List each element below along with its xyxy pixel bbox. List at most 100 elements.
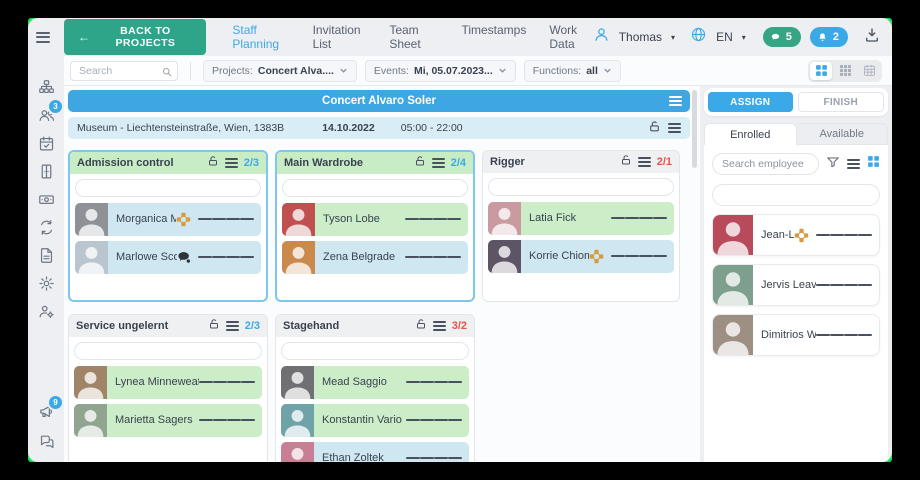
employee-list: Jean-Lou Brey Jervis Leaver Dimitrios Weid…	[712, 214, 880, 356]
notifications-badge[interactable]: 2	[810, 27, 848, 47]
member-row[interactable]: Marlowe Scoble	[75, 241, 261, 274]
messages-badge[interactable]: 5	[763, 27, 801, 47]
language-caret-icon[interactable]: ▾	[742, 33, 746, 42]
row-menu-icon[interactable]	[405, 255, 461, 260]
function-menu-icon[interactable]	[225, 156, 238, 170]
unlock-icon[interactable]	[207, 154, 219, 172]
functions-dropdown[interactable]: Functions: all	[524, 60, 621, 82]
member-row[interactable]: Mead Saggio	[281, 366, 469, 399]
project-menu-icon[interactable]	[669, 94, 682, 108]
function-card-header[interactable]: Stagehand 3/2	[276, 315, 474, 337]
event-menu-icon[interactable]	[668, 121, 681, 135]
payroll-icon[interactable]	[37, 190, 55, 208]
grid-view-icon[interactable]	[810, 62, 832, 80]
function-menu-icon[interactable]	[432, 156, 445, 170]
add-member-input[interactable]	[282, 179, 468, 197]
back-to-projects-button[interactable]: ← BACK TO PROJECTS	[64, 19, 206, 55]
filter-bar: Projects: Concert Alva.... Events: Mi, 0…	[64, 56, 892, 86]
row-menu-icon[interactable]	[406, 418, 462, 423]
sync-icon[interactable]	[37, 218, 55, 236]
scrollbar-thumb[interactable]	[692, 90, 697, 168]
org-chart-icon[interactable]	[37, 78, 55, 96]
function-menu-icon[interactable]	[226, 319, 239, 333]
member-row[interactable]: Korrie Chioma	[488, 240, 674, 273]
tab-available[interactable]: Available	[797, 123, 889, 145]
member-row[interactable]: Latia Fick	[488, 202, 674, 235]
calendar-check-icon[interactable]	[37, 134, 55, 152]
event-time: 05:00 - 22:00	[401, 122, 463, 134]
user-caret-icon[interactable]: ▾	[671, 33, 675, 42]
chats-icon[interactable]	[37, 432, 55, 450]
row-menu-icon[interactable]	[611, 216, 667, 221]
employee-card[interactable]: Jean-Lou Brey	[712, 214, 880, 256]
function-card-header[interactable]: Rigger 2/1	[483, 151, 679, 173]
row-menu-icon[interactable]	[816, 333, 872, 338]
unlock-icon[interactable]	[414, 154, 426, 172]
member-row[interactable]: Zena Belgrade	[282, 241, 468, 274]
settings-gear-icon[interactable]	[37, 274, 55, 292]
row-menu-icon[interactable]	[816, 233, 872, 238]
member-row[interactable]: Lynea Minneweather	[74, 366, 262, 399]
capacity-count: 3/2	[452, 320, 467, 332]
member-row[interactable]: Ethan Zoltek	[281, 442, 469, 463]
row-menu-icon[interactable]	[816, 283, 872, 288]
user-name[interactable]: Thomas	[619, 30, 662, 44]
team-members-icon[interactable]: 3	[37, 106, 55, 124]
row-menu-icon[interactable]	[198, 255, 254, 260]
user-settings-icon[interactable]	[37, 302, 55, 320]
member-name: Tyson Lobe	[315, 213, 405, 225]
row-menu-icon[interactable]	[406, 456, 462, 461]
small-grid-view-icon[interactable]	[834, 62, 856, 80]
employee-card[interactable]: Dimitrios Weidemann	[712, 314, 880, 356]
list-view-icon[interactable]	[847, 157, 860, 171]
finish-button[interactable]: FINISH	[798, 92, 885, 112]
tab-enrolled[interactable]: Enrolled	[704, 123, 797, 145]
add-member-input[interactable]	[488, 178, 674, 196]
add-member-input[interactable]	[75, 179, 261, 197]
lock-icon[interactable]	[648, 120, 661, 136]
filter-funnel-icon[interactable]	[826, 155, 840, 174]
add-member-input[interactable]	[74, 342, 262, 360]
row-menu-icon[interactable]	[199, 380, 255, 385]
row-menu-icon[interactable]	[405, 217, 461, 222]
venue-icon[interactable]	[37, 162, 55, 180]
unlock-icon[interactable]	[208, 317, 220, 335]
unlock-icon[interactable]	[620, 153, 632, 171]
function-menu-icon[interactable]	[433, 319, 446, 333]
drop-slot[interactable]	[712, 184, 880, 206]
member-row[interactable]: Tyson Lobe	[282, 203, 468, 236]
project-header-bar[interactable]: Concert Alvaro Soler	[68, 90, 690, 112]
download-icon[interactable]	[864, 27, 880, 48]
employee-card[interactable]: Jervis Leaver	[712, 264, 880, 306]
row-menu-icon[interactable]	[199, 418, 255, 423]
function-card-header[interactable]: Service ungelernt 2/3	[69, 315, 267, 337]
documents-icon[interactable]	[37, 246, 55, 264]
calendar-view-icon[interactable]	[858, 62, 880, 80]
row-menu-icon[interactable]	[198, 217, 254, 222]
events-dropdown[interactable]: Events: Mi, 05.07.2023...	[365, 60, 516, 82]
row-menu-icon[interactable]	[406, 380, 462, 385]
unlock-icon[interactable]	[415, 317, 427, 335]
member-row[interactable]: Konstantin Vario	[281, 404, 469, 437]
function-card-header[interactable]: Main Wardrobe 2/4	[277, 152, 473, 174]
function-menu-icon[interactable]	[638, 155, 651, 169]
assign-button[interactable]: ASSIGN	[708, 92, 793, 112]
grid-view-blue-icon[interactable]	[867, 155, 880, 173]
avatar	[281, 366, 314, 399]
member-row[interactable]: Marietta Sagers	[74, 404, 262, 437]
language-value[interactable]: EN	[716, 30, 733, 44]
avatar	[75, 241, 108, 274]
member-row[interactable]: Morganica Mcclosky	[75, 203, 261, 236]
row-menu-icon[interactable]	[611, 254, 667, 259]
function-card-header[interactable]: Admission control 2/3	[70, 152, 266, 174]
announcements-icon[interactable]: 9	[37, 402, 55, 420]
panel-tabs: Enrolled Available	[704, 123, 888, 145]
menu-icon[interactable]	[36, 29, 50, 45]
avatar	[281, 442, 314, 463]
announcements-count-badge: 9	[49, 396, 62, 409]
event-bar[interactable]: Museum - Liechtensteinstraße, Wien, 1383…	[68, 117, 690, 139]
projects-dropdown[interactable]: Projects: Concert Alva....	[203, 60, 357, 82]
add-member-input[interactable]	[281, 342, 469, 360]
employee-search-input[interactable]	[712, 153, 819, 175]
action-buttons: ASSIGN FINISH	[704, 88, 888, 116]
